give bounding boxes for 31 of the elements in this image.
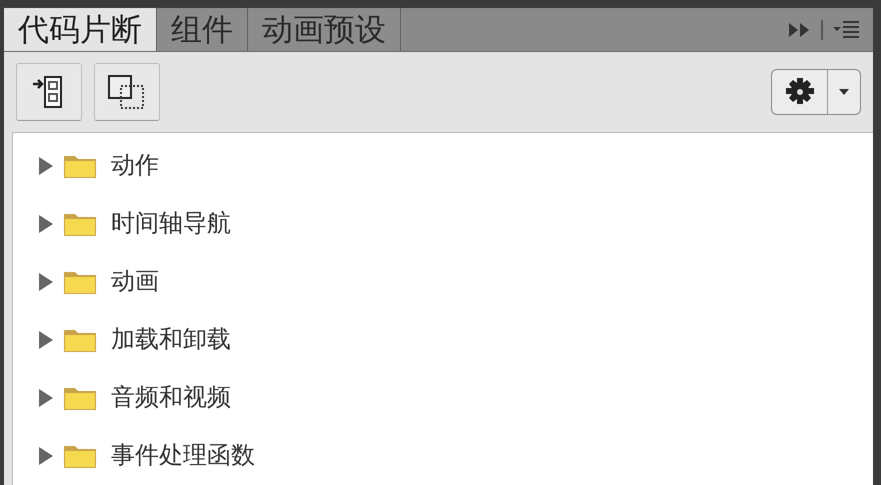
folder-icon (63, 153, 97, 179)
folder-label: 事件处理函数 (111, 441, 255, 471)
folder-label: 时间轴导航 (111, 209, 231, 239)
folder-label: 动画 (111, 267, 159, 297)
insert-button[interactable] (16, 63, 82, 121)
folder-icon (63, 443, 97, 469)
collapsed-arrow-icon[interactable] (37, 215, 55, 233)
dropdown-caret-icon (839, 89, 849, 95)
tree-item[interactable]: 音频和视频 (13, 369, 873, 427)
folder-label: 动作 (111, 151, 159, 181)
tree-item[interactable]: 加载和卸载 (13, 311, 873, 369)
folder-icon (63, 327, 97, 353)
folder-icon (63, 385, 97, 411)
collapsed-arrow-icon[interactable] (37, 157, 55, 175)
panel-tab[interactable]: 代码片断 (4, 8, 157, 51)
folder-label: 加载和卸载 (111, 325, 231, 355)
expand-icon[interactable] (789, 22, 811, 36)
settings-button[interactable] (771, 69, 861, 115)
copy-button[interactable] (94, 63, 160, 121)
collapsed-arrow-icon[interactable] (37, 389, 55, 407)
folder-label: 音频和视频 (111, 383, 231, 413)
collapsed-arrow-icon[interactable] (37, 273, 55, 291)
tree-item[interactable]: 时间轴导航 (13, 195, 873, 253)
collapsed-arrow-icon[interactable] (37, 331, 55, 349)
tree-item[interactable]: 动作 (13, 137, 873, 195)
tree-item[interactable]: 事件处理函数 (13, 427, 873, 485)
folder-icon (63, 269, 97, 295)
collapsed-arrow-icon[interactable] (37, 447, 55, 465)
folder-icon (63, 211, 97, 237)
tree-item[interactable]: 动画 (13, 253, 873, 311)
menu-icon[interactable] (833, 20, 859, 38)
